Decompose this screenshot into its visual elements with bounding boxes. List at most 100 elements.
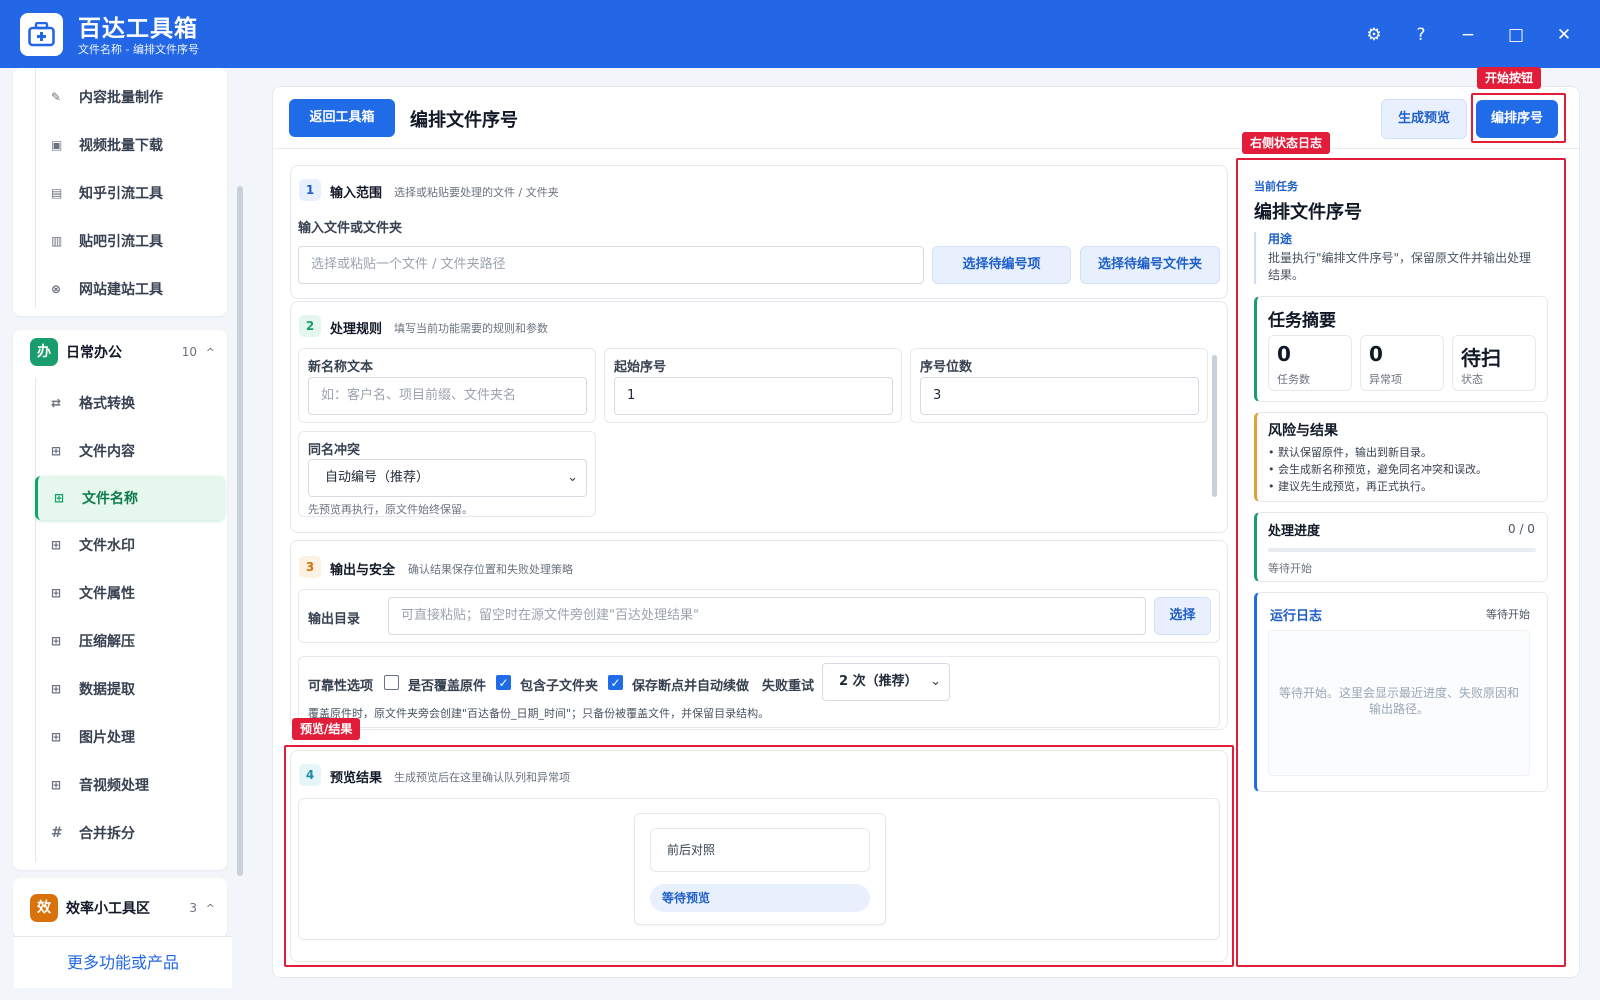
- sidebar: ✎ 内容批量制作 ▣ 视频批量下载 ▤ 知乎引流工具 ▥ 贴吧引流工具 ⊗ 网站建站工具 …: [0, 68, 246, 1000]
- sidebar-item-label: 文件名称: [82, 491, 138, 507]
- sidebar-item-label: 网站建站工具: [79, 282, 163, 298]
- sidebar-item-label: 合并拆分: [79, 826, 135, 842]
- output-dir-label: 输出目录: [308, 612, 361, 627]
- tieba-icon: ▥: [51, 234, 63, 248]
- sidebar-scrollbar[interactable]: [237, 186, 243, 876]
- retry-select[interactable]: 2 次（推荐） ⌄: [822, 663, 950, 701]
- sidebar-item-watermark[interactable]: ⊞ 文件水印: [35, 524, 225, 566]
- annotation-preview-tag: 预览/结果: [292, 718, 361, 740]
- sidebar-item-image[interactable]: ⊞ 图片处理: [35, 716, 225, 758]
- close-icon[interactable]: ✕: [1549, 20, 1579, 50]
- annotation-start-button-box: [1471, 93, 1566, 143]
- overwrite-checkbox[interactable]: [384, 675, 399, 690]
- sidebar-group-efficiency: 效 效率小工具区 3 ^: [13, 878, 227, 938]
- start-number-input[interactable]: 1: [614, 377, 893, 415]
- sidebar-item-label: 文件属性: [79, 586, 135, 602]
- sidebar-item-label: 音视频处理: [79, 778, 149, 794]
- annotation-start-button-tag: 开始按钮: [1477, 67, 1542, 89]
- select-items-button[interactable]: 选择待编号项: [932, 246, 1071, 284]
- back-to-toolbox-button[interactable]: 返回工具箱: [289, 99, 395, 137]
- grid-icon: ⊞: [51, 730, 62, 744]
- sidebar-item-label: 文件水印: [79, 538, 135, 554]
- section-number: 1: [299, 179, 321, 201]
- group-count: 10: [181, 345, 197, 359]
- section-desc: 确认结果保存位置和失败处理策略: [408, 563, 573, 576]
- sidebar-group-marketing: ✎ 内容批量制作 ▣ 视频批量下载 ▤ 知乎引流工具 ▥ 贴吧引流工具 ⊗ 网站建站工具: [13, 68, 227, 316]
- retry-label: 失败重试: [762, 679, 815, 694]
- sidebar-group-office: 办 日常办公 10 ^ ⇄ 格式转换 ⊞ 文件内容 ⊞ 文件名称 ⊞ 文件水印 ⊞ 文件属…: [13, 330, 227, 870]
- sidebar-item-video-download[interactable]: ▣ 视频批量下载: [35, 124, 225, 166]
- group-count: 3: [189, 901, 197, 915]
- digits-label: 序号位数: [920, 360, 973, 375]
- overwrite-note: 覆盖原件时，原文件夹旁会创建"百达备份_日期_时间"；只备份被覆盖文件，并保留目…: [308, 707, 770, 720]
- sidebar-item-merge-split[interactable]: # 合并拆分: [35, 812, 225, 854]
- group-badge: 办: [30, 338, 58, 366]
- group-header-office[interactable]: 办 日常办公 10 ^: [13, 330, 227, 374]
- group-badge: 效: [30, 894, 58, 922]
- settings-gear-icon[interactable]: ⚙: [1359, 20, 1389, 50]
- grid-icon: ⊞: [51, 538, 62, 552]
- app-title: 百达工具箱: [78, 16, 198, 42]
- sidebar-item-label: 知乎引流工具: [79, 186, 163, 202]
- generate-preview-button[interactable]: 生成预览: [1381, 99, 1467, 139]
- sidebar-item-label: 文件内容: [79, 444, 135, 460]
- toolbox-logo-icon: [20, 13, 63, 56]
- group-name: 日常办公: [66, 345, 122, 361]
- sidebar-item-label: 格式转换: [79, 396, 135, 412]
- chevron-down-icon: ⌄: [567, 470, 578, 485]
- overwrite-label: 是否覆盖原件: [408, 679, 487, 694]
- sidebar-item-label: 图片处理: [79, 730, 135, 746]
- sidebar-item-zhihu[interactable]: ▤ 知乎引流工具: [35, 172, 225, 214]
- maximize-icon[interactable]: □: [1501, 20, 1531, 50]
- swap-icon: ⇄: [51, 396, 62, 410]
- conflict-select[interactable]: 自动编号（推荐） ⌄: [308, 459, 587, 497]
- section-title: 处理规则: [330, 322, 383, 337]
- sidebar-item-website[interactable]: ⊗ 网站建站工具: [35, 268, 225, 310]
- choose-output-button[interactable]: 选择: [1154, 597, 1211, 635]
- reliability-label: 可靠性选项: [308, 679, 374, 694]
- output-dir-input[interactable]: 可直接粘贴；留空时在源文件旁创建"百达处理结果": [388, 597, 1146, 635]
- grid-icon: ⊞: [51, 444, 62, 458]
- minimize-icon[interactable]: −: [1453, 20, 1483, 50]
- chevron-up-icon[interactable]: ^: [206, 346, 215, 359]
- sidebar-item-file-content[interactable]: ⊞ 文件内容: [35, 430, 225, 472]
- chevron-up-icon[interactable]: ^: [206, 902, 215, 915]
- subfolders-checkbox[interactable]: ✓: [496, 675, 511, 690]
- annotation-right-log-tag: 右侧状态日志: [1242, 132, 1331, 154]
- new-name-input[interactable]: 如：客户名、项目前缀、文件夹名: [308, 377, 587, 415]
- annotation-preview-box: [284, 745, 1234, 967]
- sidebar-item-label: 内容批量制作: [79, 90, 163, 106]
- grid-icon: ⊞: [51, 682, 62, 696]
- more-products-link[interactable]: 更多功能或产品: [14, 936, 232, 988]
- sidebar-item-data-extract[interactable]: ⊞ 数据提取: [35, 668, 225, 710]
- input-field-label: 输入文件或文件夹: [298, 221, 403, 236]
- zhihu-icon: ▤: [51, 186, 63, 200]
- sidebar-item-label: 数据提取: [79, 682, 135, 698]
- new-name-label: 新名称文本: [308, 360, 374, 375]
- sidebar-item-compress[interactable]: ⊞ 压缩解压: [35, 620, 225, 662]
- rules-hint: 先预览再执行，原文件始终保留。: [308, 503, 473, 516]
- sidebar-item-tieba[interactable]: ▥ 贴吧引流工具: [35, 220, 225, 262]
- rules-scrollbar[interactable]: [1212, 355, 1217, 497]
- section-title: 输出与安全: [330, 563, 396, 578]
- help-icon[interactable]: ?: [1406, 20, 1436, 50]
- resume-checkbox[interactable]: ✓: [608, 675, 623, 690]
- group-header-efficiency[interactable]: 效 效率小工具区 3 ^: [13, 886, 227, 930]
- conflict-label: 同名冲突: [308, 443, 361, 458]
- sidebar-item-label: 压缩解压: [79, 634, 135, 650]
- sidebar-item-format-convert[interactable]: ⇄ 格式转换: [35, 382, 225, 424]
- sidebar-item-audio-video[interactable]: ⊞ 音视频处理: [35, 764, 225, 806]
- sidebar-item-file-attributes[interactable]: ⊞ 文件属性: [35, 572, 225, 614]
- input-path-field[interactable]: 选择或粘贴一个文件 / 文件夹路径: [298, 246, 924, 284]
- section-title: 输入范围: [330, 186, 383, 201]
- sidebar-item-file-name[interactable]: ⊞ 文件名称: [35, 476, 225, 520]
- hash-icon: #: [51, 825, 63, 841]
- sidebar-item-content-batch[interactable]: ✎ 内容批量制作: [35, 76, 225, 118]
- section-number: 2: [299, 315, 321, 337]
- section-desc: 填写当前功能需要的规则和参数: [394, 322, 548, 335]
- conflict-select-value: 自动编号（推荐）: [325, 470, 430, 485]
- start-number-label: 起始序号: [614, 360, 667, 375]
- select-folder-button[interactable]: 选择待编号文件夹: [1080, 246, 1220, 284]
- digits-input[interactable]: 3: [920, 377, 1199, 415]
- globe-icon: ⊗: [51, 282, 62, 296]
